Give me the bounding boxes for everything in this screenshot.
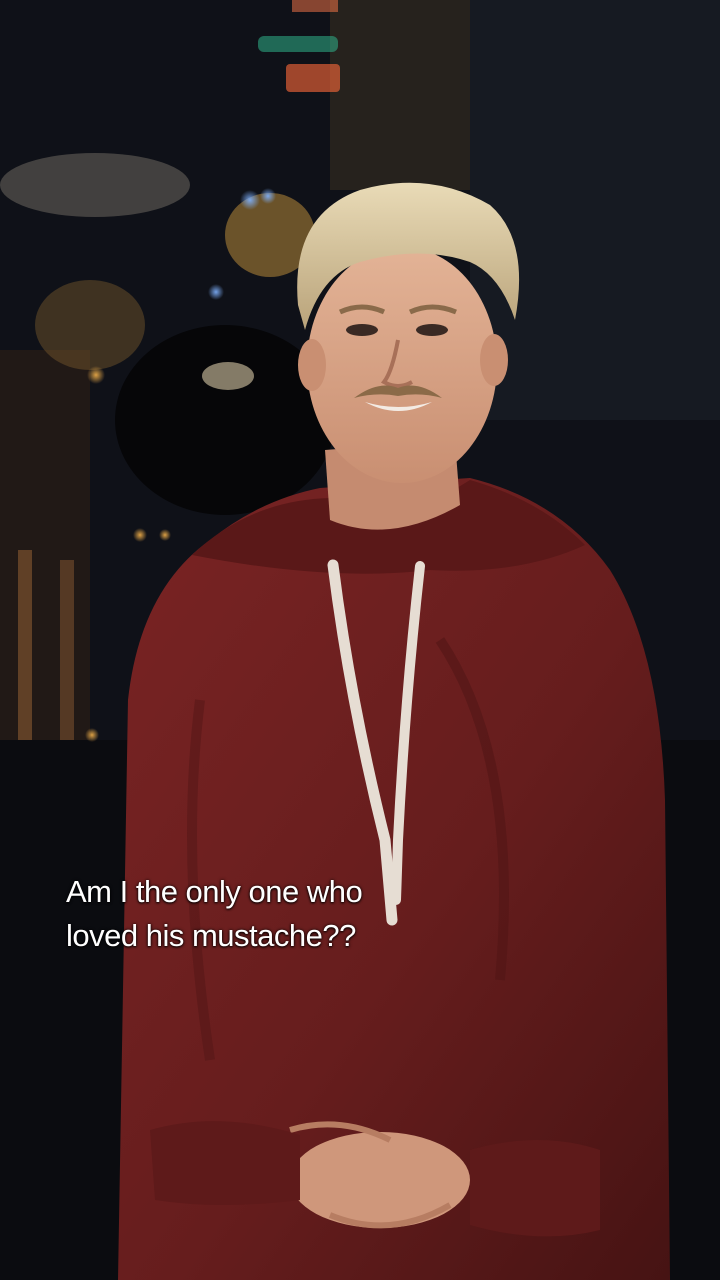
- video-caption: Am I the only one who loved his mustache…: [66, 870, 486, 958]
- ear-right: [480, 334, 508, 386]
- stage-window: [330, 0, 490, 190]
- bokeh-light: [260, 188, 276, 204]
- drum-tom-icon: [35, 280, 145, 370]
- hands: [290, 1132, 470, 1228]
- sleeve-cuff-right: [470, 1140, 600, 1237]
- eye-left: [346, 324, 378, 336]
- ear-left: [298, 339, 326, 391]
- eye-right: [416, 324, 448, 336]
- caption-line: loved his mustache??: [66, 918, 356, 953]
- bokeh-light: [208, 284, 224, 300]
- stage-panel-left: [0, 350, 90, 770]
- bokeh-light: [85, 728, 99, 742]
- video-still: [0, 0, 720, 1280]
- bokeh-light: [87, 366, 105, 384]
- neon-sign-orange: [286, 64, 340, 92]
- bokeh-light: [240, 190, 260, 210]
- drum-logo-icon: [202, 362, 254, 390]
- face: [307, 247, 497, 483]
- neon-sign-green: [258, 36, 338, 52]
- bokeh-light: [133, 528, 147, 542]
- video-frame[interactable]: Am I the only one who loved his mustache…: [0, 0, 720, 1280]
- stand-leg-icon: [18, 550, 32, 740]
- neon-sign-top: [292, 0, 338, 12]
- stand-leg-icon-2: [60, 560, 74, 740]
- bokeh-light: [159, 529, 171, 541]
- caption-line: Am I the only one who: [66, 874, 363, 909]
- cymbal-icon: [0, 153, 190, 217]
- sleeve-cuff-left: [150, 1121, 300, 1205]
